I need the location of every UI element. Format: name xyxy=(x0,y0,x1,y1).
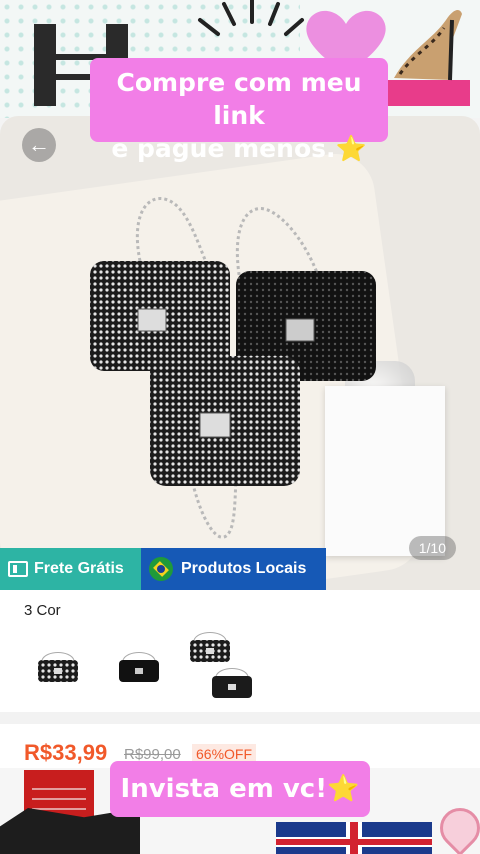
high-heel-illustration xyxy=(380,10,470,106)
color-section-title: 3 Cor xyxy=(24,602,61,619)
top-caption: Compre com meu link e pague menos.⭐ xyxy=(90,58,388,163)
color-option[interactable] xyxy=(34,650,82,684)
top-caption-line2: e pague menos.⭐ xyxy=(111,134,367,163)
brazil-flag-icon xyxy=(149,557,173,581)
local-products-label: Produtos Locais xyxy=(181,560,307,577)
back-button[interactable]: ← xyxy=(22,128,56,162)
color-selector: 3 Cor xyxy=(0,590,480,712)
product-badges: Frete Grátis Produtos Locais xyxy=(0,548,326,590)
union-jack-illustration xyxy=(276,822,432,854)
page: ← 1/10 Frete Grátis Produtos Locais 3 Co… xyxy=(0,0,480,854)
free-shipping-label: Frete Grátis xyxy=(34,560,124,577)
local-products-badge[interactable]: Produtos Locais xyxy=(141,548,326,590)
free-shipping-badge[interactable]: Frete Grátis xyxy=(0,548,141,590)
bottom-caption: Invista em vc!⭐ xyxy=(110,761,370,817)
section-divider xyxy=(0,712,480,724)
color-option[interactable] xyxy=(115,650,163,684)
truck-icon xyxy=(8,561,28,577)
product-image[interactable]: ← 1/10 xyxy=(0,116,480,590)
color-option[interactable] xyxy=(208,666,256,700)
top-caption-line1: Compre com meu link xyxy=(116,68,362,130)
current-price: R$33,99 xyxy=(24,740,108,765)
image-counter: 1/10 xyxy=(408,536,456,560)
arrow-left-icon: ← xyxy=(28,132,50,157)
sunburst-illustration xyxy=(198,0,304,36)
heart-illustration xyxy=(431,799,480,854)
color-option[interactable] xyxy=(186,630,234,664)
handbags-illustration xyxy=(90,197,376,539)
